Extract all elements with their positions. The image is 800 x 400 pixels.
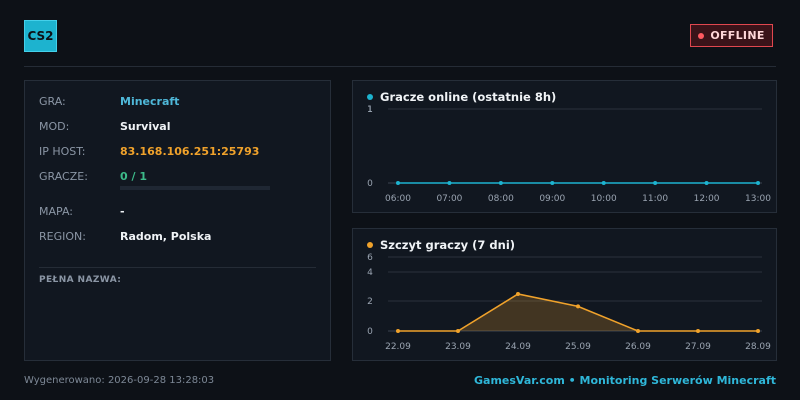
data-point [756, 181, 760, 185]
x-tick-label: 10:00 [591, 194, 617, 204]
data-point [704, 181, 709, 185]
server-info-panel: GRA: Minecraft MOD: Survival IP HOST: 83… [24, 80, 331, 361]
status-badge: OFFLINE [690, 24, 773, 47]
x-tick-label: 26.09 [625, 342, 651, 352]
data-point [756, 329, 760, 333]
y-tick-label: 4 [367, 268, 373, 278]
x-tick-label: 24.09 [505, 342, 531, 352]
server-logo: CS2 [24, 20, 57, 52]
region-value: Radom, Polska [120, 230, 212, 243]
x-tick-label: 27.09 [685, 342, 711, 352]
x-tick-label: 23.09 [445, 342, 471, 352]
info-divider [39, 267, 316, 268]
players-progress-bar [120, 186, 270, 190]
data-point [601, 181, 606, 185]
info-label: GRACZE: [39, 170, 88, 183]
y-tick-label: 1 [367, 105, 373, 115]
info-label: GRA: [39, 95, 66, 108]
peak-players-chart: 0 2 4 6 22.09 23.09 24.09 25.09 26.09 27.09 28.09 [367, 253, 771, 352]
players-online-chart-panel: Gracze online (ostatnie 8h) 0 1 1 1 06:00 07:… [352, 80, 777, 213]
data-point [696, 329, 700, 333]
series-area [398, 294, 758, 331]
header-divider [24, 66, 776, 67]
x-tick-label: 28.09 [745, 342, 771, 352]
x-tick-label: 12:00 [694, 194, 720, 204]
game-value: Minecraft [120, 95, 180, 108]
info-label: MOD: [39, 120, 70, 133]
data-point [447, 181, 452, 185]
x-tick-label: 09:00 [539, 194, 565, 204]
x-tick-label: 13:00 [745, 194, 771, 204]
data-point [576, 304, 580, 309]
y-tick-label: 2 [367, 297, 373, 307]
players-value: 0 / 1 [120, 170, 147, 183]
x-tick-label: 25.09 [565, 342, 591, 352]
y-tick-label: 0 [367, 327, 373, 337]
data-point [516, 292, 520, 296]
mod-value: Survival [120, 120, 171, 133]
peak-players-chart-panel: Szczyt graczy (7 dni) 0 2 4 6 22.09 23.09 24.0… [352, 228, 777, 361]
data-point [653, 181, 658, 185]
status-text: OFFLINE [710, 29, 765, 42]
data-point [498, 181, 503, 185]
info-label: MAPA: [39, 205, 73, 218]
generated-timestamp: Wygenerowano: 2026-09-28 13:28:03 [24, 375, 215, 386]
x-tick-label: 06:00 [385, 194, 411, 204]
full-name-label: PEŁNA NAZWA: [39, 275, 122, 285]
data-point [396, 329, 400, 333]
map-value: - [120, 205, 125, 218]
status-dot-icon [698, 32, 705, 39]
x-tick-label: 22.09 [385, 342, 411, 352]
ip-value[interactable]: 83.168.106.251:25793 [120, 145, 259, 158]
data-point [456, 329, 460, 333]
x-tick-label: 11:00 [642, 194, 668, 204]
data-point [396, 181, 400, 185]
players-online-chart: 011106:00 07:00 08:00 09:00 10:00 11:00 12:00 1… [367, 105, 771, 204]
y-tick-label: 6 [367, 253, 373, 263]
x-tick-label: 07:00 [436, 194, 462, 204]
info-label: IP HOST: [39, 145, 86, 158]
footer-brand-link[interactable]: GamesVar.com • Monitoring Serwerów Minec… [474, 374, 776, 387]
data-point [636, 329, 640, 333]
data-point [550, 181, 555, 185]
info-label: REGION: [39, 230, 86, 243]
x-tick-label: 08:00 [488, 194, 514, 204]
y-tick-label: 0 [367, 179, 373, 189]
